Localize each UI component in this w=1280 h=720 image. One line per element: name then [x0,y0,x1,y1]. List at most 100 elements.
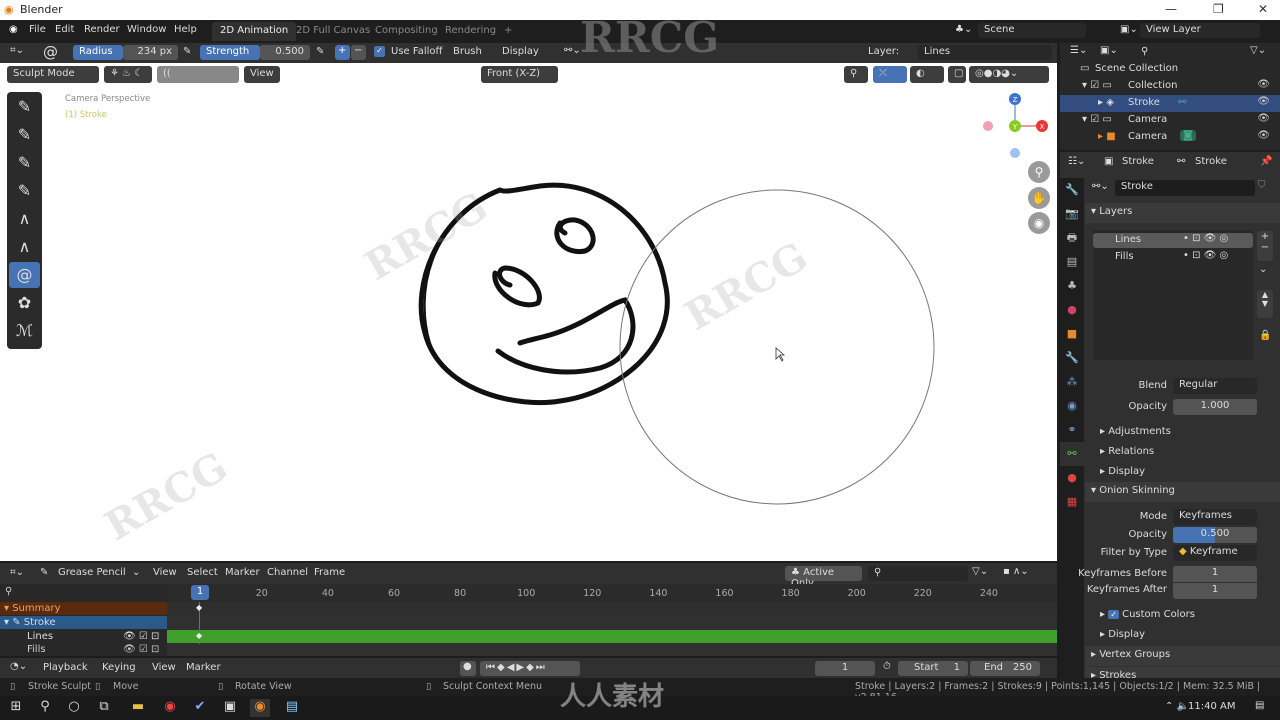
file-explorer-icon[interactable]: ▬ [128,699,148,717]
menu-help[interactable]: Help [174,24,197,35]
display-dropdown[interactable]: Display [502,46,539,57]
object-tab[interactable]: ■ [1060,322,1084,346]
effects-tab[interactable]: ⁂ [1060,370,1084,394]
opacity-slider[interactable]: 1.000 [1173,399,1257,415]
blender-menu-icon[interactable]: ◉ [9,24,18,35]
keyframes-before-field[interactable]: 1 [1173,566,1257,582]
tab-2d-animation[interactable]: 2D Animation [212,22,297,41]
pin-icon[interactable]: 📌 [1260,156,1272,167]
close-button[interactable]: ✕ [1258,2,1268,16]
onion-skinning-panel-header[interactable]: ▾ Onion Skinning [1085,482,1280,502]
strength-label[interactable]: Strength [200,45,260,60]
frame-ruler[interactable]: 1 20 40 60 80 100 120 140 160 180 200 220 240 [167,584,1057,602]
pan-view-button[interactable]: ✋ [1028,187,1050,209]
channel-lines[interactable]: Lines 👁 ☑ ⊡ [0,630,167,643]
keyframe-icon[interactable]: ◆ [196,631,202,640]
channel-toggle-icons[interactable]: 👁 ☑ ⊡ [123,643,159,656]
channel-summary[interactable]: ▾ Summary [0,602,167,615]
current-frame-indicator[interactable]: 1 [191,585,209,600]
link-icon[interactable]: ⚯⌄ [564,45,581,56]
playback-controls[interactable]: ⏮◆◀▶◆⏭ [480,661,580,676]
scene-tab[interactable]: ♣ [1060,274,1084,298]
onion-mode-dropdown[interactable]: Keyframes [1173,509,1257,525]
blender-taskbar-icon[interactable]: ◉ [250,699,270,717]
tray-icons[interactable]: ⌃ 🔈 [1165,701,1189,712]
pressure-icon[interactable]: ✎ [183,46,191,57]
menu-file[interactable]: File [29,24,46,35]
marker-menu[interactable]: Marker [186,662,221,673]
camera-view-button[interactable]: ◉ [1028,212,1050,234]
texture-tab[interactable]: ▦ [1060,490,1084,514]
tab-compositing[interactable]: Compositing [367,22,446,41]
end-frame-field[interactable]: End 250 [970,661,1040,676]
tool-tab[interactable]: 🔧 [1060,178,1084,202]
editor-type-icon[interactable]: ☷⌄ [1068,156,1085,167]
chrome-icon[interactable]: ◉ [160,699,180,717]
view-layer-icon[interactable]: ▣⌄ [1120,24,1138,35]
playback-menu[interactable]: Playback [43,662,88,673]
onion-opacity-slider[interactable]: 0.500 [1173,527,1257,543]
steam-icon[interactable]: ✔ [190,699,210,717]
timeline-menu-select[interactable]: Select [187,567,218,578]
tool-settings-icon[interactable]: ⌗⌄ [10,45,24,56]
layer-row-fills[interactable]: Fills • ⊡ 👁 ◎ [1093,250,1253,265]
filter-icon[interactable]: ▽⌄ [972,566,988,577]
cortana-icon[interactable]: ○ [64,699,84,717]
outliner-scene-collection[interactable]: ▭ Scene Collection [1060,61,1280,78]
filter-icon[interactable]: ▽⌄ [1250,45,1266,56]
custom-colors-subpanel[interactable]: ▸ ✓ Custom Colors [1100,609,1195,620]
start-button[interactable]: ⊞ [6,699,26,717]
eye-icon[interactable]: 👁 [1257,79,1270,90]
custom-colors-checkbox[interactable]: ✓ [1108,610,1119,619]
lock-icon[interactable]: 🔒 [1259,330,1271,341]
search-icon[interactable]: ⚲ [35,699,55,717]
expand-arrow-icon[interactable]: ▾ ☑ ▭ [1082,80,1112,91]
outliner-collection[interactable]: ▾ ☑ ▭ Collection 👁 [1060,78,1280,95]
task-view-icon[interactable]: ⧉ [94,699,114,717]
eye-icon[interactable]: 👁 [1257,96,1270,107]
data-browse-icon[interactable]: ⚯⌄ [1092,181,1109,192]
gizmo-x-label[interactable]: X [1040,123,1045,131]
brush-dropdown[interactable]: Brush [453,46,482,57]
world-tab[interactable]: ● [1060,298,1084,322]
filter-by-type-dropdown[interactable]: ◆ Keyframe [1173,545,1257,561]
move-layer-buttons[interactable]: ▲ ▼ [1257,290,1273,318]
output-tab[interactable]: 🖶 [1060,226,1084,250]
outliner-camera-collection[interactable]: ▾ ☑ ▭ Camera 👁 [1060,112,1280,129]
material-tab[interactable]: ● [1060,466,1084,490]
view-menu[interactable]: View [152,662,176,673]
twist-brush-icon[interactable]: @ [43,43,58,61]
adjustments-subpanel[interactable]: ▸ Adjustments [1100,426,1171,437]
timeline-menu-view[interactable]: View [153,567,177,578]
active-only-toggle[interactable]: ♣ Active Only [785,566,862,589]
layer-row-lines[interactable]: Lines • ⊡ 👁 ◎ [1093,233,1253,248]
start-frame-field[interactable]: Start 1 [898,661,968,676]
fake-user-icon[interactable]: ⛉ [1258,180,1266,191]
eye-icon[interactable]: 👁 [1257,113,1270,124]
proportional-edit-icon[interactable]: ▪ ∧⌄ [1003,566,1029,577]
menu-window[interactable]: Window [127,24,166,35]
add-remove-layer-buttons[interactable]: + − [1257,231,1273,261]
view-layer-selector[interactable]: View Layer [1140,23,1260,38]
filter-view-icon[interactable]: ▣⌄ [1100,45,1118,56]
eye-icon[interactable]: 👁 [1257,130,1270,141]
channel-stroke[interactable]: ▾ ✎ Stroke [0,616,167,629]
add-workspace-button[interactable]: + [496,22,520,41]
timeline-editor-icon[interactable]: ◔⌄ [10,661,27,672]
keyframe-icon[interactable]: ◆ [196,603,202,612]
minimize-button[interactable]: — [1165,2,1177,16]
gizmo-y-label[interactable]: Y [1012,123,1018,131]
strength-field[interactable]: 0.500 [260,45,310,60]
scene-icon[interactable]: ♣⌄ [955,24,972,35]
relations-subpanel[interactable]: ▸ Relations [1100,446,1154,457]
zoom-view-button[interactable]: ⚲ [1028,161,1050,183]
expand-arrow-icon[interactable]: ▾ ☑ ▭ [1082,114,1112,125]
onion-display-subpanel[interactable]: ▸ Display [1100,629,1145,640]
pressure-icon[interactable]: ✎ [316,46,324,57]
menu-render[interactable]: Render [84,24,120,35]
strokes-panel-header[interactable]: ▸ Strokes [1085,667,1280,678]
layer-toggle-icons[interactable]: • ⊡ 👁 ◎ [1183,233,1228,244]
gizmo-z-label[interactable]: Z [1013,96,1018,104]
channel-fills[interactable]: Fills 👁 ☑ ⊡ [0,643,167,656]
view-layer-tab[interactable]: ▤ [1060,250,1084,274]
